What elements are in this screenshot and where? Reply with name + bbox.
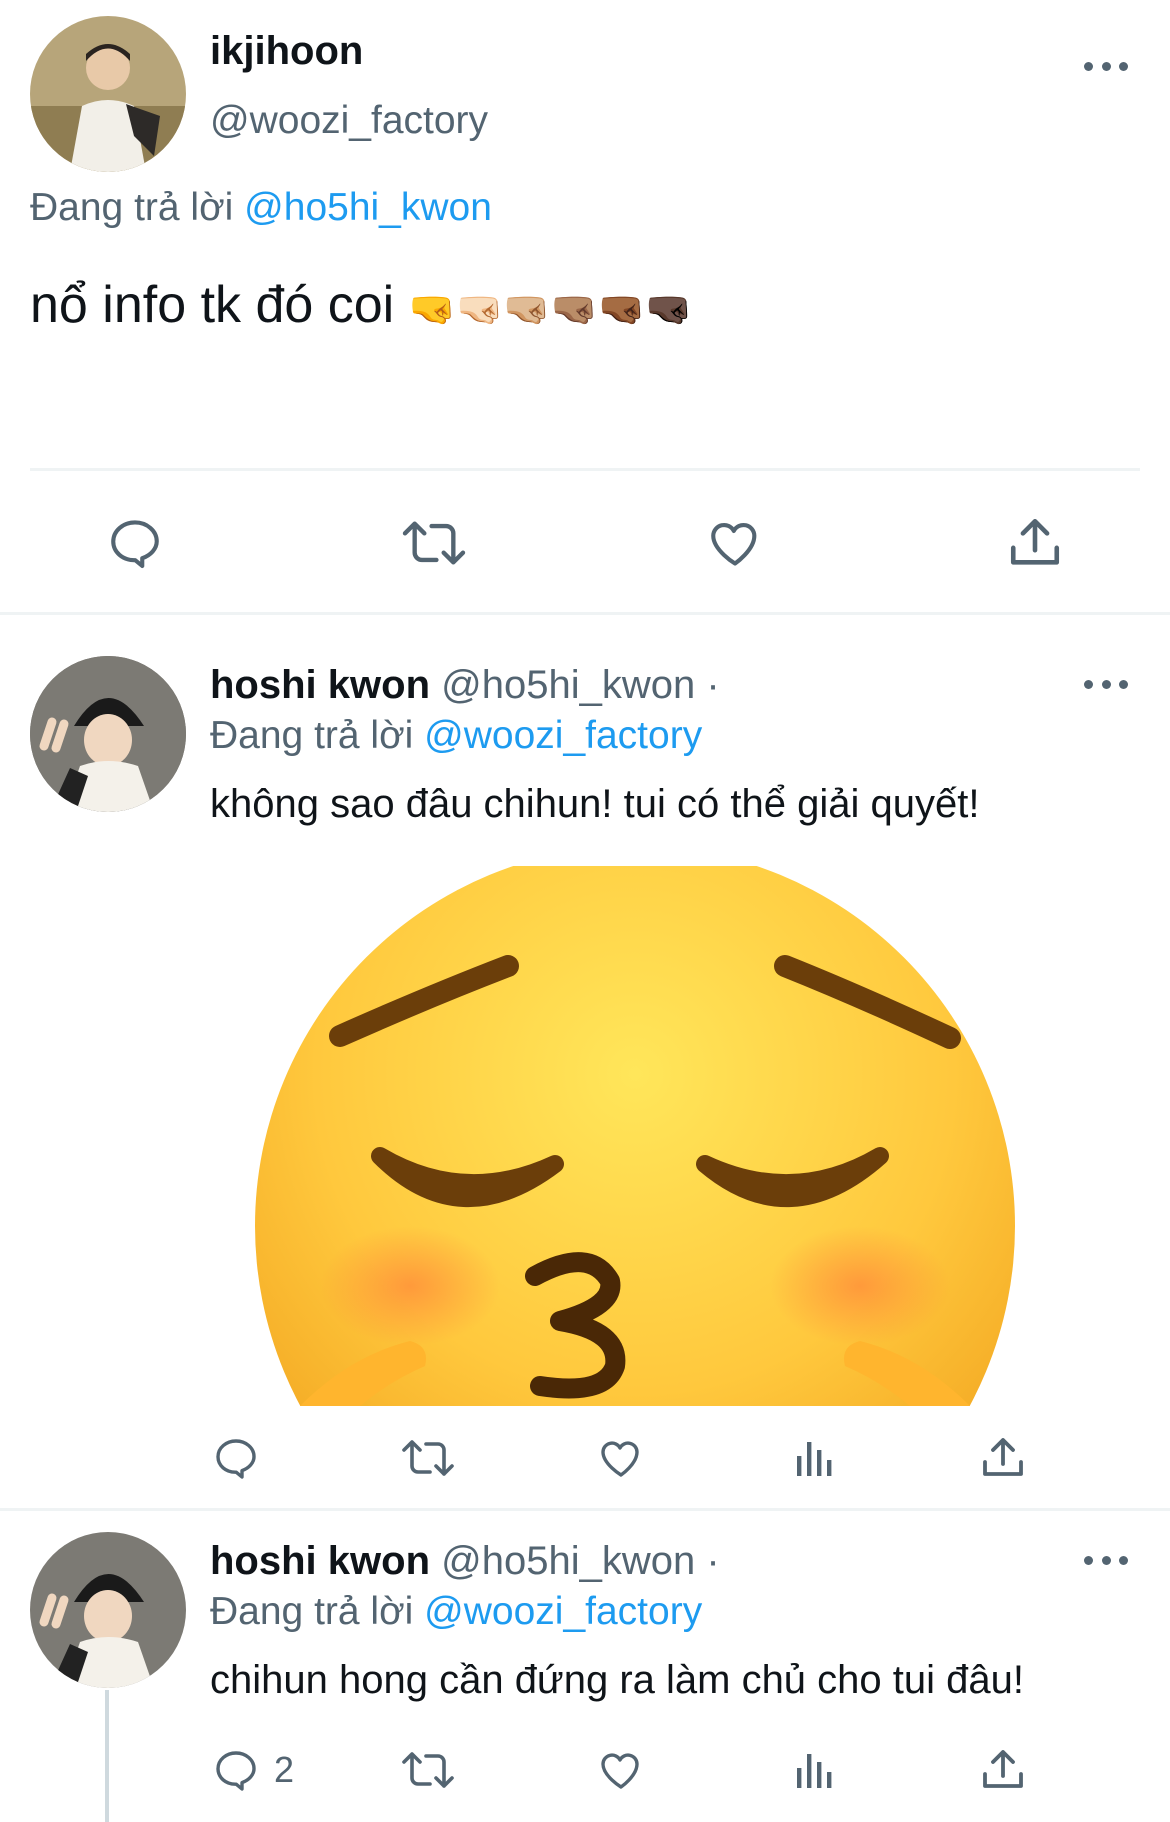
reply-context: Đang trả lời @ho5hi_kwon (30, 183, 492, 233)
fist-emoji-row: 🤜🤜🏻🤜🏼🤜🏽🤜🏾🤜🏿 (408, 289, 693, 331)
display-name[interactable]: ikjihoon (210, 26, 363, 76)
handle[interactable]: @woozi_factory (210, 96, 488, 146)
reply-to-link[interactable]: @ho5hi_kwon (244, 186, 492, 229)
divider (30, 468, 1140, 471)
share-icon[interactable] (979, 1434, 1027, 1482)
reply-icon[interactable] (212, 1746, 260, 1794)
more-options-icon[interactable] (1084, 1550, 1128, 1570)
avatar[interactable] (30, 16, 186, 172)
reply-to-link[interactable]: @woozi_factory (424, 714, 702, 757)
display-name[interactable]: hoshi kwon (210, 663, 430, 707)
retweet-icon[interactable] (400, 514, 468, 572)
reply-header: hoshi kwon @ho5hi_kwon · (210, 660, 720, 710)
reply-to-link[interactable]: @woozi_factory (424, 1590, 702, 1633)
attached-image[interactable] (210, 866, 1060, 1406)
reply-context: Đang trả lời @woozi_factory (210, 711, 702, 761)
tweet-text: chihun hong cần đứng ra làm chủ cho tui … (210, 1658, 1024, 1702)
reply-icon[interactable] (212, 1434, 260, 1482)
share-icon[interactable] (979, 1746, 1027, 1794)
share-icon[interactable] (1006, 514, 1064, 572)
tweet-text: nổ info tk đó coi 🤜🤜🏻🤜🏼🤜🏽🤜🏾🤜🏿 (30, 274, 693, 341)
avatar[interactable] (30, 1532, 186, 1688)
handle[interactable]: @ho5hi_kwon · (441, 1539, 720, 1583)
section-divider (0, 1508, 1170, 1511)
handle[interactable]: @ho5hi_kwon · (441, 663, 720, 707)
reply-header: hoshi kwon @ho5hi_kwon · (210, 1536, 720, 1586)
analytics-icon[interactable] (789, 1434, 837, 1482)
retweet-icon[interactable] (400, 1746, 456, 1794)
reply-prefix: Đang trả lời (210, 1590, 414, 1633)
more-options-icon[interactable] (1084, 674, 1128, 694)
analytics-icon[interactable] (789, 1746, 837, 1794)
avatar[interactable] (30, 656, 186, 812)
retweet-icon[interactable] (400, 1434, 456, 1482)
reply-prefix: Đang trả lời (210, 714, 414, 757)
more-options-icon[interactable] (1084, 56, 1128, 76)
reply-prefix: Đang trả lời (30, 186, 234, 229)
section-divider (0, 612, 1170, 615)
tweet-text: không sao đâu chihun! tui có thể giải qu… (210, 782, 980, 826)
display-name[interactable]: hoshi kwon (210, 1539, 430, 1583)
reply-icon[interactable] (106, 514, 164, 572)
thread-line (105, 1690, 109, 1822)
tweet-text-body: nổ info tk đó coi (30, 276, 395, 334)
like-icon[interactable] (706, 514, 764, 572)
reply-count: 2 (274, 1749, 295, 1790)
like-icon[interactable] (597, 1434, 645, 1482)
reply-context: Đang trả lời @woozi_factory (210, 1587, 702, 1637)
like-icon[interactable] (597, 1746, 645, 1794)
